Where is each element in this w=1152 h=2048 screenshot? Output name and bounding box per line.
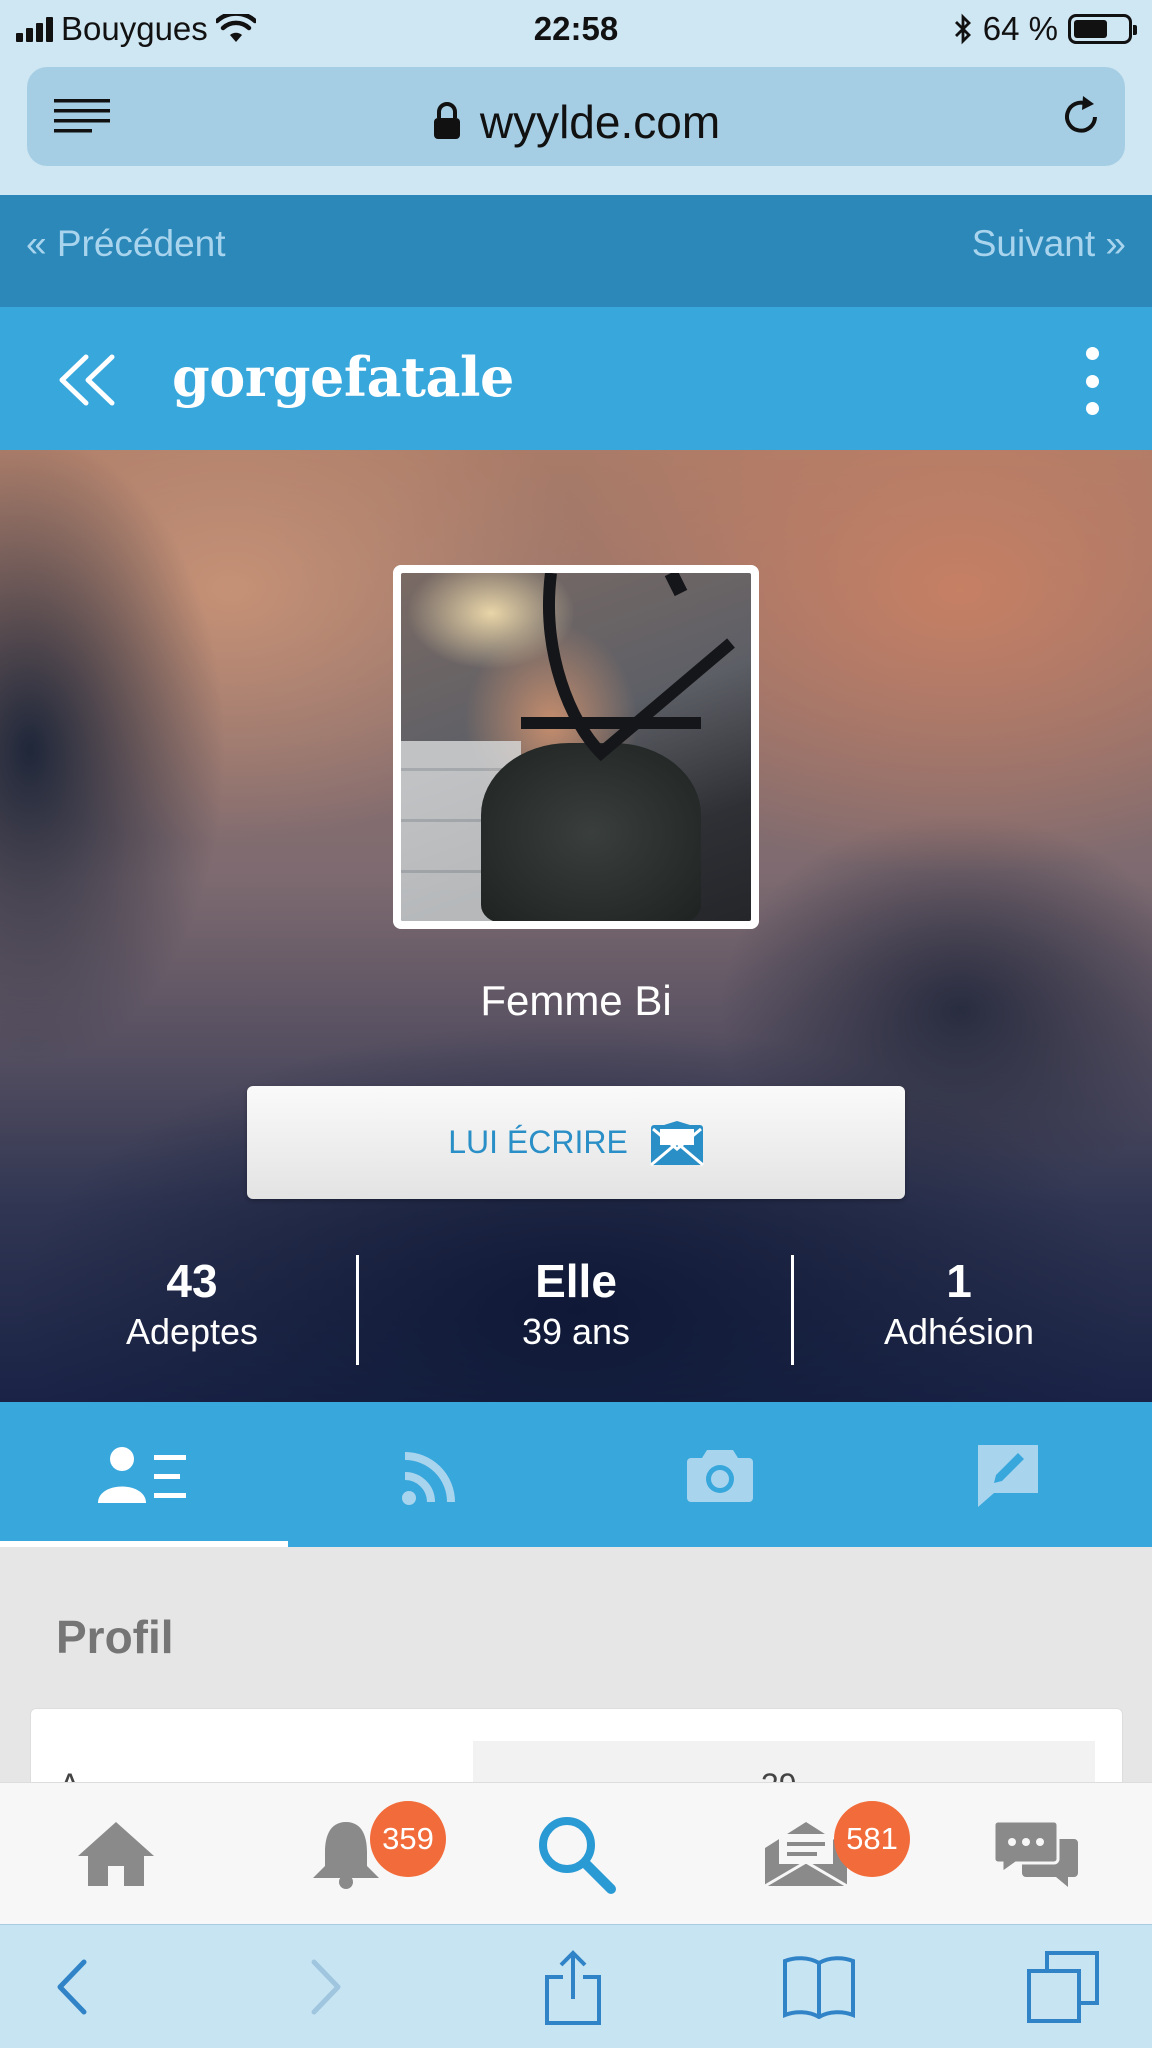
url-display[interactable]: wyylde.com (27, 95, 1125, 149)
browser-top: wyylde.com (0, 58, 1152, 195)
edit-note-icon (978, 1444, 1038, 1507)
profile-tabs (0, 1402, 1152, 1547)
camera-icon (687, 1449, 753, 1502)
messages-badge: 581 (834, 1801, 910, 1877)
lock-icon (433, 102, 460, 139)
stat-memberships[interactable]: 1 Adhésion (809, 1255, 1109, 1357)
more-options-icon[interactable] (1084, 347, 1100, 415)
envelope-icon (649, 1120, 704, 1166)
stat-followers[interactable]: 43 Adeptes (42, 1255, 342, 1357)
profile-photo[interactable] (393, 565, 759, 929)
double-chevron-left-icon[interactable] (56, 353, 118, 407)
active-tab-indicator (0, 1541, 288, 1547)
profile-subtitle: Femme Bi (480, 977, 672, 1024)
profile-username: gorgefatale (172, 345, 514, 409)
stat-value: Elle (535, 1255, 617, 1307)
profile-hero: Femme Bi LUI ÉCRIRE 43 Adeptes Elle 39 a… (0, 450, 1152, 1402)
stat-label: Adeptes (125, 1311, 259, 1352)
stat-label: 39 ans (521, 1311, 631, 1352)
chat-bubbles-icon (994, 1821, 1078, 1887)
write-message-button[interactable]: LUI ÉCRIRE (247, 1086, 905, 1199)
status-right: 64 % (953, 10, 1137, 48)
nav-search[interactable] (516, 1783, 636, 1925)
profile-header: gorgefatale (0, 307, 1152, 450)
battery-icon (1068, 14, 1137, 44)
nav-chat[interactable] (976, 1783, 1096, 1925)
stat-divider (356, 1255, 359, 1365)
bluetooth-icon (954, 13, 971, 45)
battery-percentage: 64 % (982, 10, 1058, 47)
chevron-left-icon (57, 1959, 87, 2015)
stat-value: 43 (166, 1255, 218, 1307)
battery-fill (1074, 20, 1108, 38)
nav-home[interactable] (56, 1783, 176, 1925)
domain-text: wyylde.com (479, 96, 721, 148)
profile-pager: « Précédent Suivant » (0, 195, 1152, 307)
stat-value: 1 (946, 1255, 972, 1307)
tab-feed[interactable] (288, 1402, 576, 1547)
reload-icon[interactable] (1057, 93, 1105, 141)
stat-divider (791, 1255, 794, 1365)
home-icon (78, 1822, 154, 1886)
next-link[interactable]: Suivant » (972, 223, 1126, 265)
notifications-badge: 359 (370, 1801, 446, 1877)
browser-forward-button[interactable] (272, 1925, 382, 2048)
section-title: Profil (56, 1611, 174, 1663)
chevron-right-icon (311, 1959, 341, 2015)
profile-list-icon (98, 1446, 186, 1503)
stat-gender-age: Elle 39 ans (426, 1255, 726, 1357)
previous-link[interactable]: « Précédent (26, 223, 226, 265)
nav-notifications[interactable]: 359 (286, 1783, 446, 1925)
share-button[interactable] (518, 1925, 628, 2048)
tab-photos[interactable] (576, 1402, 864, 1547)
share-icon (545, 1950, 601, 2025)
status-bar: Bouygues 22:58 64 % (0, 0, 1152, 58)
photo-straps (521, 573, 735, 762)
bookmarks-icon (783, 1956, 855, 2019)
rss-feed-icon (402, 1451, 455, 1505)
tab-profile[interactable] (0, 1402, 288, 1547)
app-bottom-nav: 359 581 (0, 1782, 1152, 1924)
profile-stats: 43 Adeptes Elle 39 ans 1 Adhésion (0, 1255, 1152, 1365)
write-message-label: LUI ÉCRIRE (448, 1124, 628, 1160)
tab-testimonials[interactable] (864, 1402, 1152, 1547)
nav-messages[interactable]: 581 (746, 1783, 910, 1925)
bookmarks-button[interactable] (764, 1925, 874, 2048)
tabs-button[interactable] (1008, 1925, 1118, 2048)
browser-back-button[interactable] (16, 1925, 126, 2048)
url-bar[interactable]: wyylde.com (27, 67, 1125, 166)
safari-toolbar (0, 1924, 1152, 2048)
stat-label: Adhésion (883, 1311, 1035, 1352)
search-icon (539, 1817, 616, 1894)
tabs-icon (1027, 1951, 1099, 2023)
profile-photo-image (401, 573, 751, 921)
